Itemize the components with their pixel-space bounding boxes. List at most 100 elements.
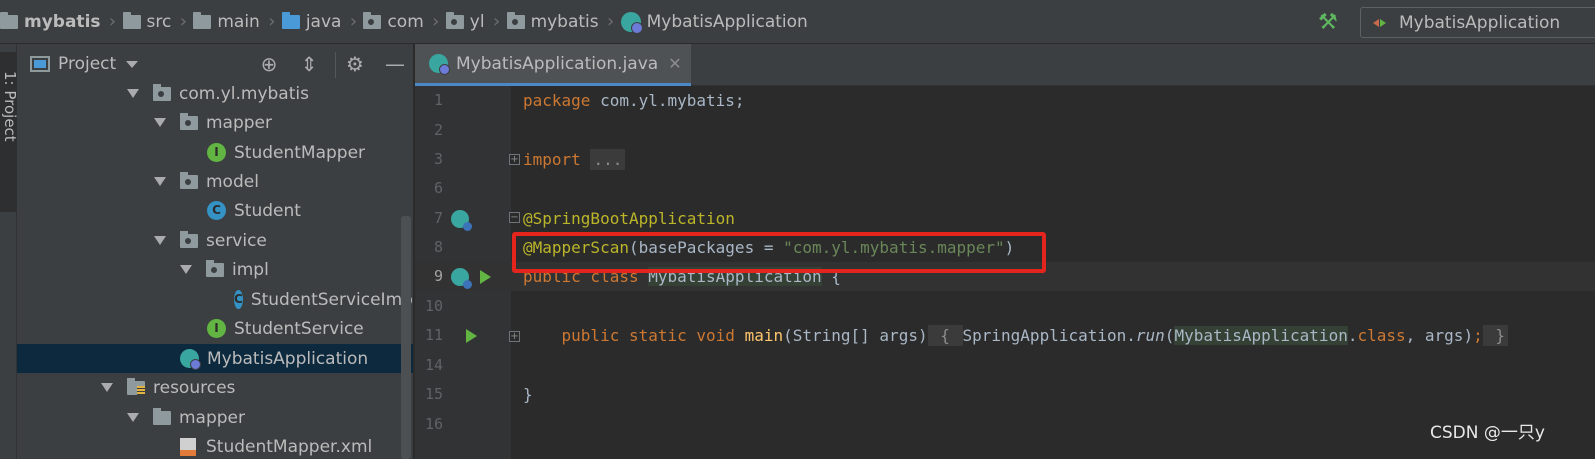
breadcrumb-label: main [217,11,260,32]
folded-imports[interactable]: ... [590,149,626,170]
package-icon [180,230,198,248]
project-view-selector[interactable]: Project [58,54,116,74]
folder-icon [0,11,18,29]
tree-item-service[interactable]: service [17,226,413,255]
package-icon [206,259,224,277]
fold-expand-icon[interactable]: + [509,331,520,342]
build-hammer-icon[interactable]: ⚒ [1318,10,1344,35]
tree-item-mapper-package[interactable]: mapper [17,108,413,137]
tab-label: MybatisApplication.java [456,53,659,74]
breadcrumb-item-com[interactable]: com [363,0,424,44]
class-icon: C [234,290,243,309]
code-token: , args) [1405,326,1474,345]
watermark: CSDN @一只y [1430,423,1545,443]
keyword-token: public static void [561,326,745,345]
expand-arrow-icon[interactable] [127,413,139,422]
breadcrumb-label: yl [469,11,485,32]
line-number: 6 [433,179,443,197]
tree-item-label: model [206,171,259,192]
tree-item-studentmapper-xml[interactable]: StudentMapper.xml [17,432,413,459]
line-number: 7 [433,209,443,227]
editor-tab-bar: MybatisApplication.java ✕ [415,44,1595,86]
breadcrumb-item-mybatisapplication[interactable]: MybatisApplication [620,0,808,44]
expand-arrow-icon[interactable] [154,177,166,186]
breadcrumb-label: mybatis [24,11,101,32]
code-token: ; [1473,326,1483,345]
code-line-3: import ... [523,145,626,174]
line-number: 8 [433,238,443,256]
package-icon [363,11,382,29]
spring-bean-gutter-icon[interactable] [451,210,472,231]
tree-item-label: mapper [206,112,273,133]
tree-item-label: StudentService [234,318,364,339]
tree-item-student[interactable]: C Student [17,196,413,225]
method-name-token: main [744,326,784,345]
folded-brace: { [927,325,963,346]
header-divider [335,52,336,78]
expand-arrow-icon[interactable] [101,383,113,392]
expand-arrow-icon[interactable] [154,118,166,127]
breadcrumb-item-project[interactable]: mybatis [0,0,101,44]
breadcrumb-item-yl[interactable]: yl [445,0,485,44]
folder-icon [153,407,171,425]
tree-item-model[interactable]: model [17,167,413,196]
tree-item-label: service [206,230,267,251]
interface-icon: I [207,143,226,162]
expand-arrow-icon[interactable] [180,265,192,274]
project-tree-scrollbar[interactable] [401,216,411,459]
tree-item-mybatisapplication[interactable]: MybatisApplication [17,344,413,373]
chevron-right-icon: › [349,11,358,32]
tree-item-label: mapper [179,407,246,428]
run-gutter-icon[interactable] [480,270,491,284]
tool-window-stripe: 1: Project [0,44,19,459]
tree-item-mapper-folder[interactable]: mapper [17,403,413,432]
run-gutter-icon[interactable] [466,329,477,343]
tree-item-com-yl-mybatis[interactable]: com.yl.mybatis [17,79,413,108]
code-line-1: package com.yl.mybatis; [523,86,745,115]
tree-item-label: resources [153,377,236,398]
keyword-token: package [523,91,591,110]
expand-arrow-icon[interactable] [127,89,139,98]
tab-mybatisapplication-java[interactable]: MybatisApplication.java ✕ [415,44,691,86]
close-icon[interactable]: ✕ [668,54,681,73]
xml-file-icon [180,437,196,456]
tree-item-label: StudentMapper.xml [206,436,373,457]
collapse-all-icon[interactable]: ⇕ [298,53,320,75]
chevron-down-icon[interactable] [126,60,139,68]
project-panel: Project ⊕ ⇕ ⚙ — com.yl.mybatis mapper I … [17,44,414,459]
breadcrumb-item-mybatis[interactable]: mybatis [506,0,599,44]
hide-panel-icon[interactable]: — [384,53,406,75]
line-number: 14 [424,356,443,374]
code-token: ( [1164,326,1175,345]
locate-target-icon[interactable]: ⊕ [258,53,280,75]
spring-boot-class-icon [429,54,450,75]
line-number: 3 [433,150,443,168]
run-configuration-selector[interactable]: MybatisApplication [1360,7,1595,38]
spring-boot-class-icon [180,349,201,370]
breadcrumb-label: MybatisApplication [646,11,808,32]
fold-expand-icon[interactable]: + [509,154,520,165]
line-number: 15 [424,385,443,403]
package-icon [506,11,525,29]
chevron-right-icon: › [432,11,440,32]
chevron-right-icon: › [492,11,501,32]
breadcrumb-item-main[interactable]: main [193,0,260,44]
expand-arrow-icon[interactable] [154,236,166,245]
breadcrumb-item-src[interactable]: src [122,0,171,44]
tree-item-studentserviceimpl[interactable]: C StudentServiceImpl [17,285,413,314]
gear-icon[interactable]: ⚙ [344,53,366,75]
tree-item-impl[interactable]: impl [17,255,413,284]
tree-item-label: StudentMapper [234,142,366,163]
breadcrumb: mybatis › src › main › java › com › yl › [0,0,808,44]
spring-bean-gutter-icon[interactable] [451,268,472,289]
code-line-11: public static void main(String[] args) {… [523,321,1508,350]
tree-item-resources[interactable]: resources [17,373,413,402]
project-tool-window-tab[interactable]: 1: Project [0,52,19,212]
tree-item-studentservice[interactable]: I StudentService [17,314,413,343]
tree-item-studentmapper[interactable]: I StudentMapper [17,138,413,167]
breadcrumb-item-java[interactable]: java [281,0,341,44]
fold-collapse-icon[interactable]: − [509,212,520,223]
folder-icon [193,11,212,29]
run-configuration-icon [1373,16,1387,30]
package-icon [153,83,171,101]
